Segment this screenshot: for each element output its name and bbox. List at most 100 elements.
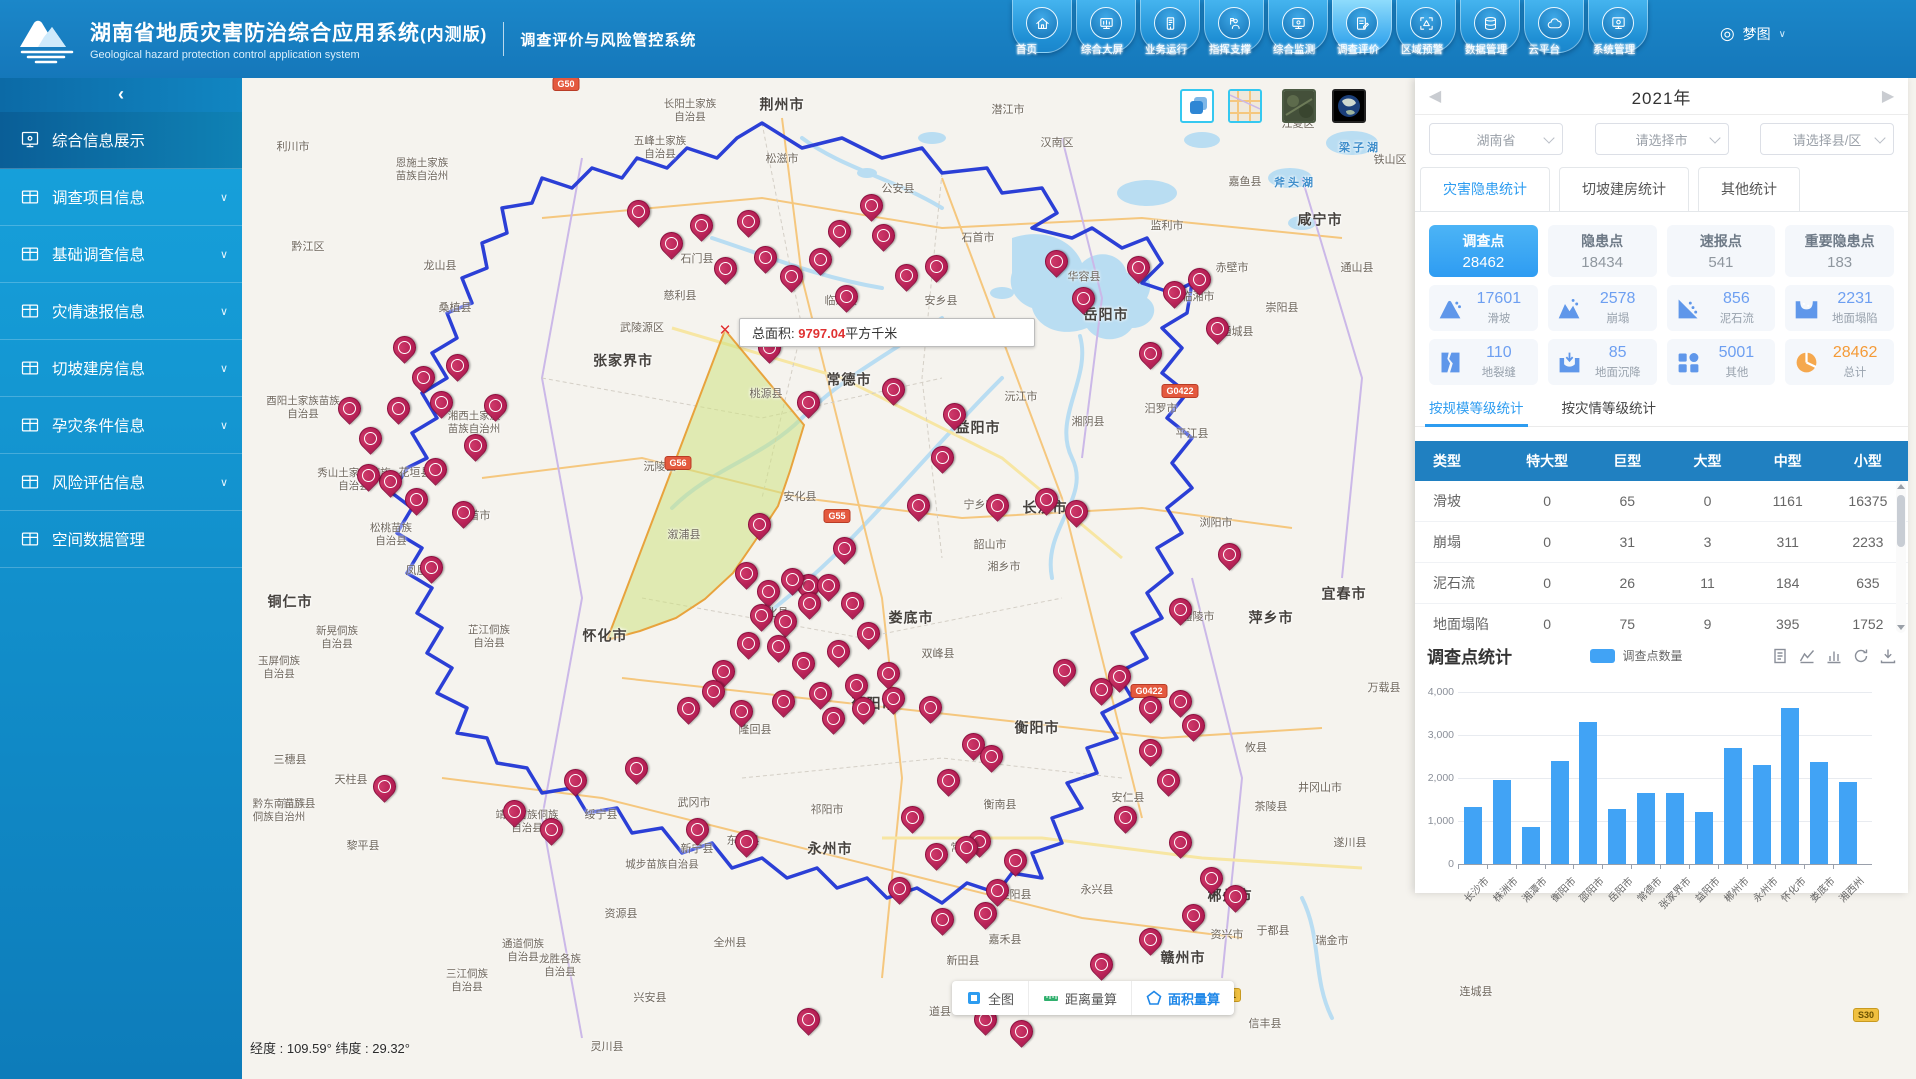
street-basemap-button[interactable] — [1228, 89, 1262, 123]
bar-株洲市[interactable] — [1493, 780, 1511, 864]
sidebar-item-7[interactable]: 风险评估信息∨ — [0, 454, 242, 511]
hazard-value: 2578 — [1585, 290, 1651, 308]
area-measure-button[interactable]: 面积量算 — [1132, 981, 1234, 1015]
bar-chart-plot: 01,0002,0003,0004,000长沙市株洲市湘潭市衡阳市邵阳市岳阳市常… — [1427, 670, 1896, 895]
distance-measure-button[interactable]: 距离量算 — [1029, 981, 1132, 1015]
sidebar-item-6[interactable]: 孕灾条件信息∨ — [0, 397, 242, 454]
full-extent-button[interactable]: 全图 — [952, 981, 1029, 1015]
select-value: 请选择县/区 — [1793, 130, 1862, 149]
bar-长沙市[interactable] — [1464, 807, 1482, 864]
subtab-1[interactable]: 按规模等级统计 — [1429, 397, 1524, 426]
nav-item-database[interactable]: 数据管理 — [1460, 0, 1520, 53]
nav-item-monitor[interactable]: 综合监测 — [1268, 0, 1328, 53]
sidebar-item-2[interactable]: 调查项目信息∨ — [0, 169, 242, 226]
hazard-pin-glyph — [753, 518, 766, 531]
tab-2[interactable]: 切坡建房统计 — [1559, 167, 1689, 211]
hazard-pin-glyph — [887, 383, 900, 396]
sidebar-item-label: 基础调查信息 — [52, 243, 220, 265]
hazard-pin-glyph — [1132, 261, 1145, 274]
refresh-icon[interactable] — [1853, 648, 1869, 664]
region-selects: 湖南省请选择市 请选择县/区 — [1415, 115, 1908, 161]
hazard-pin-glyph — [1040, 493, 1053, 506]
sidebar-collapse-button[interactable]: ‹ — [0, 78, 242, 112]
x-axis-tick — [1747, 865, 1748, 869]
region-select-2[interactable]: 请选择市 — [1595, 123, 1729, 155]
grid-icon — [20, 244, 40, 264]
hazard-card-sinkhole: 2231地面塌陷 — [1785, 285, 1894, 331]
tab-3[interactable]: 其他统计 — [1698, 167, 1800, 211]
bar-湘潭市[interactable] — [1522, 827, 1540, 864]
bar-岳阳市[interactable] — [1608, 809, 1626, 864]
hazard-pin-glyph — [942, 774, 955, 787]
hazard-pin-glyph — [1119, 811, 1132, 824]
sidebar-item-3[interactable]: 基础调查信息∨ — [0, 226, 242, 283]
region-select-1[interactable]: 湖南省 — [1429, 123, 1563, 155]
data-view-icon[interactable] — [1772, 648, 1788, 664]
sidebar-item-5[interactable]: 切坡建房信息∨ — [0, 340, 242, 397]
scroll-up-icon[interactable] — [1897, 484, 1905, 489]
database-icon — [1474, 7, 1506, 39]
nav-item-alert[interactable]: 区域预警 — [1396, 0, 1456, 53]
nav-item-home[interactable]: 首页 — [1012, 0, 1072, 53]
bar-chart-icon[interactable] — [1826, 648, 1842, 664]
other-icon — [1675, 349, 1702, 376]
stat-card-label: 隐患点 — [1581, 231, 1623, 251]
bar-怀化市[interactable] — [1781, 708, 1799, 864]
bar-张家界市[interactable] — [1666, 793, 1684, 864]
sidebar-item-1[interactable]: 综合信息展示 — [0, 112, 242, 169]
scroll-down-icon[interactable] — [1897, 625, 1905, 630]
nav-item-label: 综合监测 — [1273, 44, 1315, 57]
bar-郴州市[interactable] — [1724, 748, 1742, 864]
satellite-basemap-button[interactable] — [1282, 89, 1316, 123]
line-chart-icon[interactable] — [1799, 648, 1815, 664]
nav-item-cloud[interactable]: 云平台 — [1524, 0, 1584, 53]
download-icon[interactable] — [1880, 648, 1896, 664]
bar-常德市[interactable] — [1637, 793, 1655, 864]
bar-邵阳市[interactable] — [1579, 722, 1597, 864]
stat-card-4[interactable]: 重要隐患点183 — [1785, 225, 1894, 277]
globe-3d-button[interactable] — [1332, 89, 1366, 123]
table-row[interactable]: 崩塌03133112233 — [1415, 522, 1908, 563]
nav-item-screen[interactable]: 综合大屏 — [1076, 0, 1136, 53]
hazard-pin-glyph — [742, 215, 755, 228]
bar-湘西州[interactable] — [1839, 782, 1857, 864]
table-row[interactable]: 地面塌陷07593951752 — [1415, 604, 1908, 633]
previous-year-button[interactable]: ◀ — [1423, 86, 1447, 106]
nav-item-system[interactable]: 系统管理 — [1588, 0, 1648, 53]
x-axis-tick — [1689, 865, 1690, 869]
region-select-3[interactable]: 请选择县/区 — [1760, 123, 1894, 155]
survey-icon — [1346, 7, 1378, 39]
next-year-button[interactable]: ▶ — [1876, 86, 1900, 106]
stat-card-label: 速报点 — [1700, 231, 1742, 251]
stat-card-2[interactable]: 隐患点18434 — [1548, 225, 1657, 277]
table-scrollbar[interactable] — [1896, 481, 1906, 633]
point-stat-cards: 调查点28462隐患点18434 速报点 541 重要隐患点183 — [1415, 212, 1908, 277]
bar-益阳市[interactable] — [1695, 812, 1713, 864]
username: 梦图 — [1743, 24, 1771, 44]
bar-衡阳市[interactable] — [1551, 761, 1569, 864]
sidebar-item-8[interactable]: 空间数据管理 — [0, 511, 242, 568]
nav-item-survey[interactable]: 调查评价 — [1332, 0, 1392, 53]
landslide-icon — [1437, 295, 1464, 322]
user-menu[interactable]: ◎ 梦图 ∨ — [1720, 24, 1786, 44]
table-row[interactable]: 泥石流02611184635 — [1415, 563, 1908, 604]
table-header-cell: 巨型 — [1587, 451, 1667, 471]
tab-1[interactable]: 灾害隐患统计 — [1420, 167, 1550, 211]
y-axis-tick-label: 1,000 — [1427, 815, 1454, 827]
hazard-pin-glyph — [936, 913, 949, 926]
hazard-pin-glyph — [802, 396, 815, 409]
bar-娄底市[interactable] — [1810, 762, 1828, 864]
stat-card-1[interactable]: 调查点28462 — [1429, 225, 1538, 277]
stat-card-3[interactable]: 速报点 541 — [1667, 225, 1776, 277]
header-divider — [503, 22, 504, 56]
bar-永州市[interactable] — [1753, 765, 1771, 864]
nav-item-person[interactable]: 指挥支撑 — [1204, 0, 1264, 53]
layers-toggle-button[interactable] — [1180, 89, 1214, 123]
scrollbar-thumb[interactable] — [1897, 495, 1905, 547]
stat-card-value: 541 — [1708, 254, 1733, 271]
table-body[interactable]: 滑坡0650116116375崩塌03133112233泥石流026111846… — [1415, 481, 1908, 633]
subtab-2[interactable]: 按灾情等级统计 — [1562, 397, 1657, 426]
sidebar-item-4[interactable]: 灾情速报信息∨ — [0, 283, 242, 340]
nav-item-building[interactable]: 业务运行 — [1140, 0, 1200, 53]
table-row[interactable]: 滑坡0650116116375 — [1415, 481, 1908, 522]
